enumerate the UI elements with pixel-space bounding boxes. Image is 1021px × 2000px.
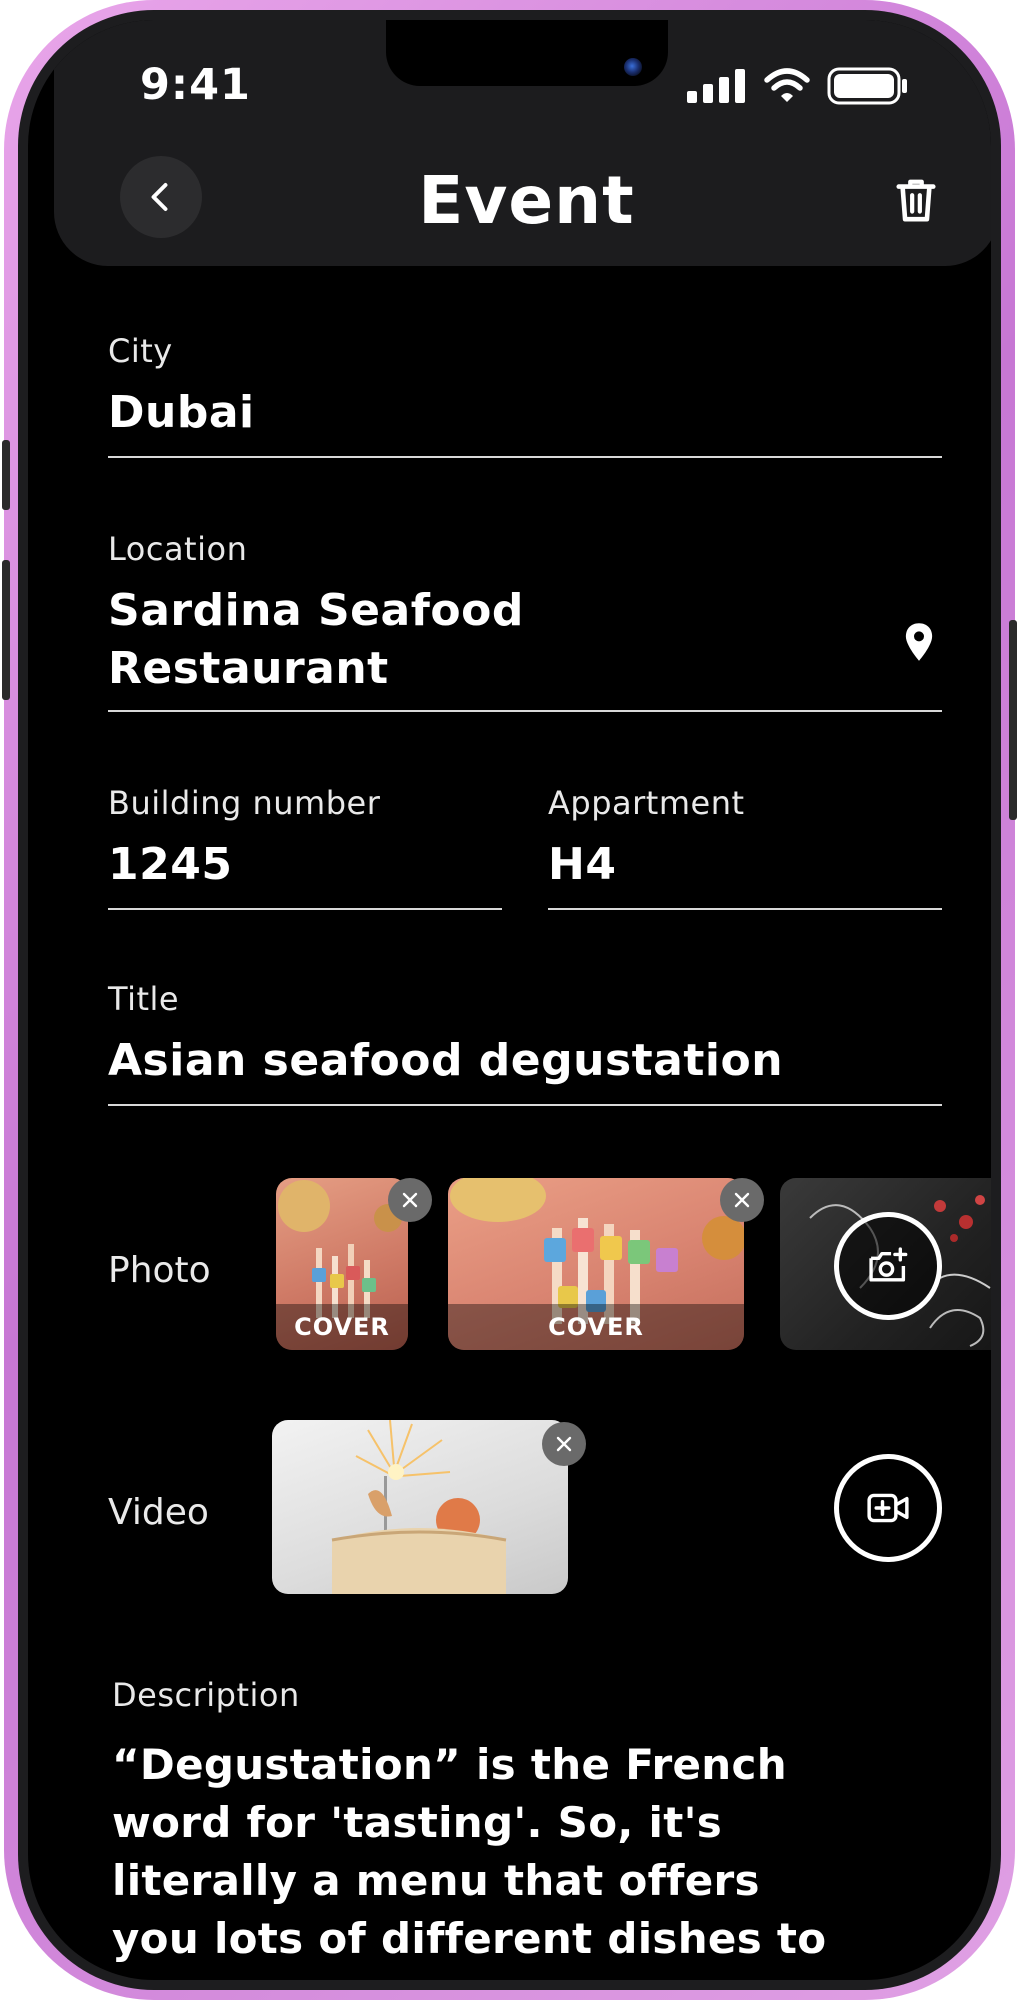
title-underline [108,1104,942,1106]
apartment-underline [548,908,942,910]
description-line: you lots of different dishes to [112,1914,827,1963]
title-label: Title [108,980,180,1018]
location-underline [108,710,942,712]
video-thumbnail-1[interactable] [272,1420,568,1594]
wifi-icon [764,68,810,102]
city-label: City [108,332,173,370]
camera-plus-icon [869,1247,908,1282]
photo-thumbnail-2[interactable]: COVER [448,1178,744,1350]
building-number-label: Building number [108,784,381,822]
notch [386,20,668,86]
description-line: word for 'tasting'. So, it's [112,1798,723,1847]
trash-icon [896,179,936,222]
page-title: Event [418,162,635,239]
volume-up-button [2,560,10,700]
title-value: Asian seafood degustation [108,1035,784,1086]
apartment-value: H4 [548,839,617,890]
battery-icon [827,67,907,105]
close-icon [402,1192,418,1208]
phone-bezel: Event 9:41 City Dubai Location Sardina S… [18,10,1001,1990]
location-label: Location [108,530,248,568]
description-line: “Degustation” is the French [112,1740,787,1789]
location-value-line2: Restaurant [108,643,389,694]
title-field[interactable]: Title Asian seafood degustation [108,980,783,1090]
add-video-button[interactable] [834,1454,942,1562]
remove-video-1-button[interactable] [542,1422,586,1466]
building-number-underline [108,908,502,910]
remove-photo-2-button[interactable] [720,1178,764,1222]
add-photo-button[interactable] [834,1212,942,1320]
screen: Event 9:41 City Dubai Location Sardina S… [28,20,991,1980]
cover-badge: COVER [448,1304,744,1350]
video-plus-icon [867,1493,909,1523]
description-line: literally a menu that offers [112,1856,760,1905]
close-icon [734,1192,750,1208]
cellular-signal-icon [687,69,745,103]
status-icons [687,66,909,106]
phone-frame: Event 9:41 City Dubai Location Sardina S… [2,0,1017,2000]
sparkler-cake-video-frame [331,1420,507,1594]
close-icon [556,1436,572,1452]
mute-switch [2,440,10,510]
location-field[interactable]: Location Sardina Seafood Restaurant [108,530,524,698]
building-number-field[interactable]: Building number 1245 [108,784,380,894]
status-time: 9:41 [140,60,251,110]
front-camera [624,58,642,76]
remove-photo-1-button[interactable] [388,1178,432,1222]
apartment-label: Appartment [548,784,745,822]
power-button [1009,620,1017,820]
city-value: Dubai [108,387,255,438]
map-pin-icon[interactable] [904,622,934,662]
apartment-field[interactable]: Appartment H4 [548,784,745,894]
city-underline [108,456,942,458]
location-value-line1: Sardina Seafood [108,585,524,636]
city-field[interactable]: City Dubai [108,332,255,442]
photo-label: Photo [108,1250,211,1291]
building-number-value: 1245 [108,839,233,890]
cover-badge: COVER [276,1304,408,1350]
description-label: Description [112,1676,300,1714]
description-field[interactable]: “Degustation” is the French word for 'ta… [112,1736,932,1968]
video-label: Video [108,1492,209,1533]
delete-button[interactable] [893,174,939,230]
